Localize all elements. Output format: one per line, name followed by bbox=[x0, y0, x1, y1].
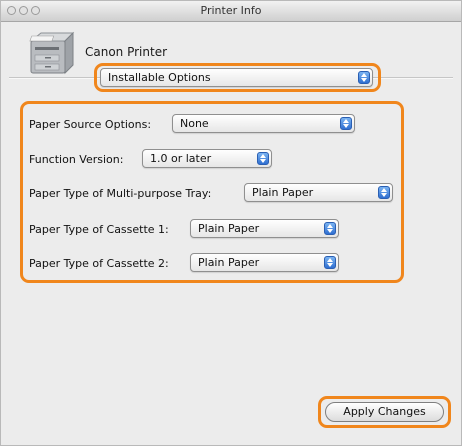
cassette-2-paper-type-value: Plain Paper bbox=[198, 256, 260, 269]
function-version-value: 1.0 or later bbox=[150, 152, 212, 165]
function-version-popup[interactable]: 1.0 or later bbox=[142, 149, 272, 168]
window-title: Printer Info bbox=[200, 4, 262, 17]
popup-arrows-icon bbox=[324, 256, 336, 269]
title-bar[interactable]: Printer Info bbox=[1, 1, 461, 22]
popup-arrows-icon bbox=[324, 222, 336, 235]
printer-name: Canon Printer bbox=[85, 45, 168, 59]
cassette-2-paper-type-label: Paper Type of Cassette 2: bbox=[29, 257, 169, 270]
multipurpose-tray-paper-type-popup[interactable]: Plain Paper bbox=[244, 183, 393, 202]
paper-source-options-value: None bbox=[180, 117, 209, 130]
function-version-label: Function Version: bbox=[29, 153, 124, 166]
printer-icon bbox=[29, 31, 75, 75]
multipurpose-tray-paper-type-value: Plain Paper bbox=[252, 186, 314, 199]
cassette-1-paper-type-value: Plain Paper bbox=[198, 222, 260, 235]
view-selector-value: Installable Options bbox=[108, 71, 211, 84]
popup-arrows-icon bbox=[257, 152, 269, 165]
popup-arrows-icon bbox=[378, 186, 390, 199]
popup-arrows-icon bbox=[340, 117, 352, 130]
multipurpose-tray-paper-type-label: Paper Type of Multi-purpose Tray: bbox=[29, 187, 212, 200]
cassette-1-paper-type-label: Paper Type of Cassette 1: bbox=[29, 223, 169, 236]
view-selector-popup[interactable]: Installable Options bbox=[100, 68, 373, 87]
cassette-2-paper-type-popup[interactable]: Plain Paper bbox=[190, 253, 339, 272]
paper-source-options-label: Paper Source Options: bbox=[29, 118, 152, 131]
paper-source-options-popup[interactable]: None bbox=[172, 114, 355, 133]
popup-arrows-icon bbox=[358, 71, 370, 84]
cassette-1-paper-type-popup[interactable]: Plain Paper bbox=[190, 219, 339, 238]
apply-changes-button[interactable]: Apply Changes bbox=[325, 402, 444, 422]
printer-info-window: Printer Info Canon Printer Installable O… bbox=[0, 0, 462, 446]
